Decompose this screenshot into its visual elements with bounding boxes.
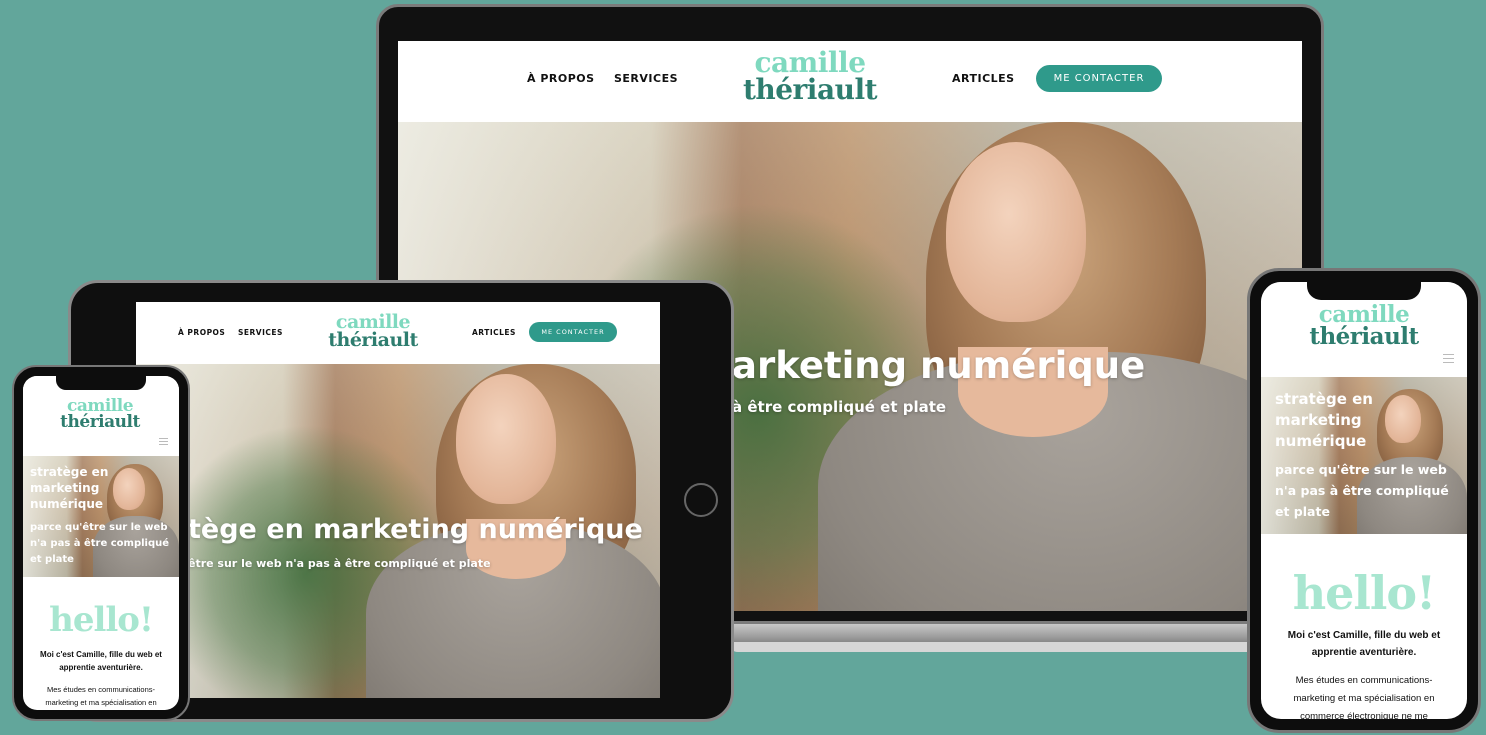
- phone-notch: [1307, 282, 1421, 300]
- face-shape: [113, 468, 145, 510]
- logo-line-2: thériault: [60, 412, 140, 433]
- logo-line-2: thériault: [1309, 322, 1419, 350]
- site-logo[interactable]: camille thériault: [316, 312, 430, 352]
- nav-link-about[interactable]: À PROPOS: [178, 328, 225, 337]
- hero-image: stratège en marketing numérique parce qu…: [23, 456, 179, 577]
- site-logo[interactable]: camille thériault: [43, 397, 157, 433]
- hero-title-line: numérique: [30, 497, 104, 511]
- hero-subtitle-line: parce qu'être sur le web: [30, 522, 168, 533]
- site-logo[interactable]: camille thériault: [1291, 303, 1437, 350]
- hero-subtitle-line: et plate: [1275, 504, 1330, 519]
- hamburger-menu-icon[interactable]: [159, 438, 168, 445]
- face-shape: [456, 374, 556, 504]
- hero-subtitle: être sur le web n'a pas à être compliqué…: [188, 557, 491, 570]
- hero-title: arketing numérique: [732, 344, 1146, 387]
- phone-small-mockup: camille thériault stratège en marketing …: [12, 365, 190, 721]
- bio-line: marketing et ma spécialisation en: [1293, 693, 1435, 704]
- intro-text: Moi c'est Camille, fille du web et appre…: [1261, 627, 1467, 661]
- intro-line: Moi c'est Camille, fille du web et: [1287, 630, 1441, 641]
- phone-screen: camille thériault stratège en marketing …: [1261, 282, 1467, 719]
- hero-subtitle-line: n'a pas à être compliqué: [30, 538, 170, 549]
- phone-notch: [56, 376, 146, 390]
- hero-subtitle-line: n'a pas à être compliqué: [1275, 483, 1449, 498]
- hero-subtitle: parce qu'être sur le web n'a pas à être …: [1275, 459, 1449, 522]
- phone-large-mockup: camille thériault stratège en marketing …: [1247, 268, 1481, 733]
- hello-heading: hello!: [49, 600, 154, 640]
- hero-title-line: marketing: [30, 481, 100, 495]
- nav-link-services[interactable]: SERVICES: [614, 72, 678, 85]
- home-button-icon: [684, 483, 718, 517]
- hero-image: stratège en marketing numérique parce qu…: [1261, 377, 1467, 534]
- phone-screen: camille thériault stratège en marketing …: [23, 376, 179, 710]
- hero-title: tège en marketing numérique: [188, 514, 643, 545]
- bio-line: commerce électronique ne me: [1300, 711, 1428, 719]
- bio-line: Mes études en communications-: [47, 685, 155, 694]
- logo-line-2: thériault: [742, 72, 878, 106]
- face-shape: [1385, 395, 1421, 443]
- intro-line: apprentie aventurière.: [1311, 647, 1417, 658]
- hero-title-line: marketing: [1275, 411, 1362, 429]
- tablet-screen: À PROPOS SERVICES camille thériault ARTI…: [136, 302, 660, 698]
- hero-image: tège en marketing numérique être sur le …: [136, 364, 660, 698]
- hero-title-line: numérique: [1275, 432, 1367, 450]
- nav-link-about[interactable]: À PROPOS: [527, 72, 595, 85]
- hero-subtitle: à être compliqué et plate: [732, 398, 947, 416]
- contact-button[interactable]: ME CONTACTER: [529, 322, 617, 342]
- hello-heading: hello!: [1292, 566, 1437, 620]
- laptop-base-edge: [728, 642, 1324, 652]
- intro-text: Moi c'est Camille, fille du web et appre…: [23, 648, 179, 674]
- nav-link-articles[interactable]: ARTICLES: [472, 328, 516, 337]
- hero-subtitle-line: et plate: [30, 554, 74, 565]
- bio-text: Mes études en communications- marketing …: [23, 683, 179, 709]
- intro-line: apprentie aventurière.: [59, 663, 143, 672]
- hamburger-menu-icon[interactable]: [1443, 354, 1454, 363]
- hero-title-line: stratège en: [1275, 390, 1373, 408]
- site-header: À PROPOS SERVICES camille thériault ARTI…: [136, 302, 660, 364]
- site-logo[interactable]: camille thériault: [728, 49, 892, 106]
- bio-line: marketing et ma spécialisation en: [45, 698, 157, 707]
- hero-subtitle: parce qu'être sur le web n'a pas à être …: [30, 520, 169, 568]
- contact-button[interactable]: ME CONTACTER: [1036, 65, 1162, 92]
- intro-line: Moi c'est Camille, fille du web et: [40, 650, 162, 659]
- nav-link-articles[interactable]: ARTICLES: [952, 72, 1015, 85]
- bio-line: Mes études en communications-: [1295, 675, 1433, 686]
- site-header: À PROPOS SERVICES camille thériault ARTI…: [398, 41, 1302, 122]
- face-shape: [946, 142, 1086, 322]
- nav-link-services[interactable]: SERVICES: [238, 328, 283, 337]
- hero-title: stratège en marketing numérique: [30, 464, 108, 512]
- bio-text: Mes études en communications- marketing …: [1261, 672, 1467, 719]
- hero-subtitle-line: parce qu'être sur le web: [1275, 462, 1447, 477]
- hero-title-line: stratège en: [30, 465, 109, 479]
- hero-title: stratège en marketing numérique: [1275, 389, 1373, 452]
- logo-line-2: thériault: [328, 329, 418, 352]
